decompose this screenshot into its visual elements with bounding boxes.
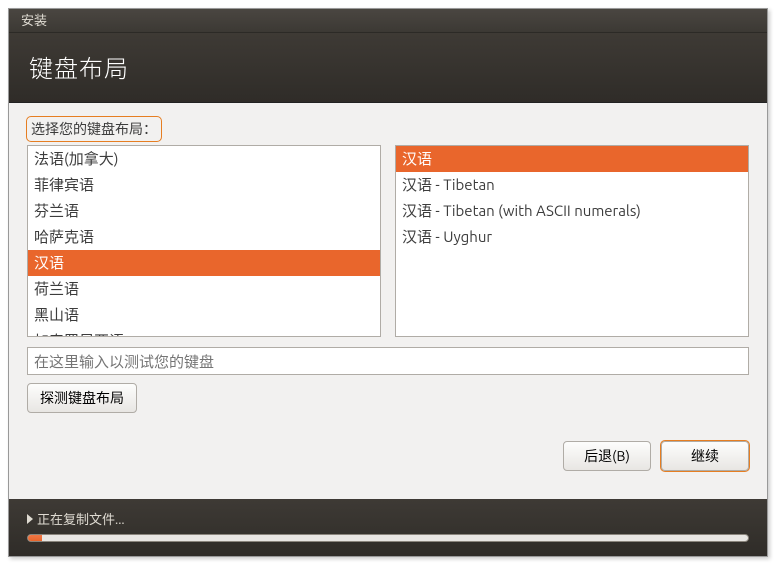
language-list[interactable]: 法语(加拿大)菲律宾语芬兰语哈萨克语汉语荷兰语黑山语加泰罗尼亚语捷克 [27,145,381,337]
nav-button-row: 后退(B) 继续 [27,441,749,471]
page-title: 键盘布局 [29,49,747,84]
continue-button[interactable]: 继续 [661,441,749,471]
progress-fill [28,535,42,541]
content-area: 选择您的键盘布局： 法语(加拿大)菲律宾语芬兰语哈萨克语汉语荷兰语黑山语加泰罗尼… [9,103,767,499]
section-label: 选择您的键盘布局： [27,117,161,141]
window-title: 安装 [21,14,47,28]
list-item[interactable]: 汉语 - Tibetan [396,172,748,198]
progress-section[interactable]: 正在复制文件... [27,509,749,528]
variant-list[interactable]: 汉语汉语 - Tibetan汉语 - Tibetan (with ASCII n… [395,145,749,337]
list-item[interactable]: 法语(加拿大) [28,146,380,172]
list-item[interactable]: 荷兰语 [28,276,380,302]
list-item[interactable]: 菲律宾语 [28,172,380,198]
list-item[interactable]: 汉语 - Uyghur [396,224,748,250]
list-item[interactable]: 汉语 [28,250,380,276]
progress-status-text: 正在复制文件... [37,509,125,528]
titlebar: 安装 [9,9,767,33]
list-item[interactable]: 加泰罗尼亚语 [28,328,380,337]
installer-window: 安装 键盘布局 选择您的键盘布局： 法语(加拿大)菲律宾语芬兰语哈萨克语汉语荷兰… [8,8,768,557]
progress-bar [27,534,749,542]
list-item[interactable]: 黑山语 [28,302,380,328]
list-item[interactable]: 芬兰语 [28,198,380,224]
keyboard-test-input[interactable] [27,347,749,375]
detect-layout-button[interactable]: 探测键盘布局 [27,383,137,413]
header: 键盘布局 [9,33,767,103]
list-item[interactable]: 哈萨克语 [28,224,380,250]
expand-triangle-icon [27,514,33,524]
layout-lists-row: 法语(加拿大)菲律宾语芬兰语哈萨克语汉语荷兰语黑山语加泰罗尼亚语捷克 汉语汉语 … [27,145,749,337]
footer: 正在复制文件... [9,499,767,556]
list-item[interactable]: 汉语 [396,146,748,172]
back-button[interactable]: 后退(B) [563,441,651,471]
list-item[interactable]: 汉语 - Tibetan (with ASCII numerals) [396,198,748,224]
